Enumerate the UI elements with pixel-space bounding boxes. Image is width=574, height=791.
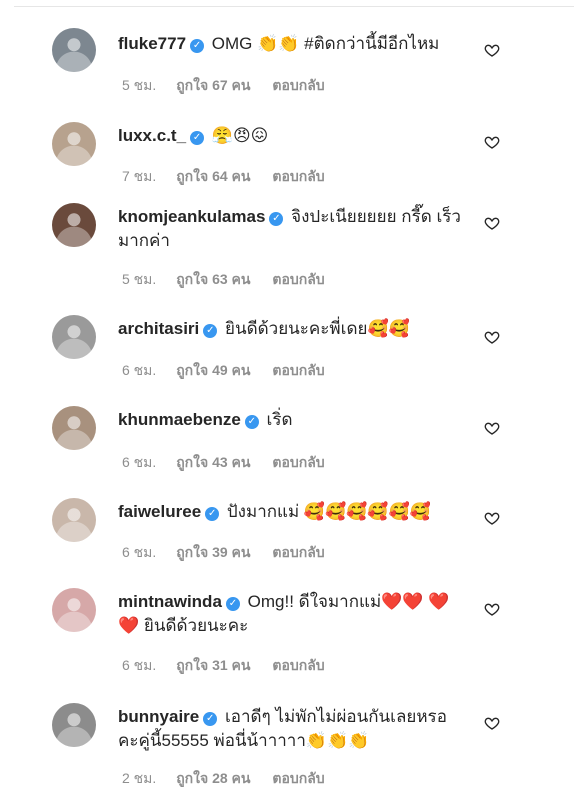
comment-meta: 6 ชม. ถูกใจ 31 คน ตอบกลับ (122, 655, 343, 677)
likes-count[interactable]: ถูกใจ 64 คน (176, 168, 250, 184)
verified-badge-icon: ✓ (269, 212, 284, 226)
likes-count[interactable]: ถูกใจ 63 คน (176, 271, 250, 287)
comment-text-block: fluke777 ✓ OMG 👏👏 #ติดกว่านี้มีอีกไหม (118, 32, 468, 56)
comment-text-block: architasiri ✓ ยินดีด้วยนะคะพี่เดย🥰🥰 (118, 317, 468, 341)
comment-meta: 7 ชม. ถูกใจ 64 คน ตอบกลับ (122, 166, 343, 188)
avatar[interactable] (52, 122, 96, 166)
likes-count[interactable]: ถูกใจ 39 คน (176, 544, 250, 560)
like-heart-icon[interactable] (484, 510, 500, 526)
likes-count[interactable]: ถูกใจ 43 คน (176, 454, 250, 470)
comment-time[interactable]: 6 ชม. (122, 657, 156, 673)
comment-body: OMG 👏👏 #ติดกว่านี้มีอีกไหม (211, 34, 440, 53)
comment-body: 😤😠😖 (211, 126, 269, 145)
likes-count[interactable]: ถูกใจ 67 คน (176, 77, 250, 93)
username-link[interactable]: architasiri (118, 319, 199, 338)
comment-text-block: knomjeankulamas ✓ จิงปะเนียยยยย กรี๊ด เร็… (118, 205, 468, 253)
username-link[interactable]: bunnyaire (118, 707, 199, 726)
like-heart-icon[interactable] (484, 601, 500, 617)
verified-badge-icon: ✓ (190, 39, 205, 53)
comment-body: ปังมากแม่ 🥰🥰🥰🥰🥰🥰 (226, 502, 431, 521)
username-link[interactable]: faiweluree (118, 502, 201, 521)
comment-meta: 5 ชม. ถูกใจ 63 คน ตอบกลับ (122, 269, 343, 291)
likes-count[interactable]: ถูกใจ 49 คน (176, 362, 250, 378)
reply-button[interactable]: ตอบกลับ (272, 544, 324, 560)
comment-time[interactable]: 6 ชม. (122, 362, 156, 378)
comment-body: ยินดีด้วยนะคะพี่เดย🥰🥰 (225, 319, 410, 338)
comment-text-block: bunnyaire ✓ เอาดีๆ ไม่พักไม่ผ่อนกันเลยหรอ… (118, 705, 468, 753)
username-link[interactable]: knomjeankulamas (118, 207, 265, 226)
reply-button[interactable]: ตอบกลับ (272, 168, 324, 184)
verified-badge-icon: ✓ (225, 597, 240, 611)
avatar[interactable] (52, 406, 96, 450)
reply-button[interactable]: ตอบกลับ (272, 770, 324, 786)
avatar[interactable] (52, 315, 96, 359)
avatar[interactable] (52, 28, 96, 72)
comment-text-block: khunmaebenze ✓ เริ่ด (118, 408, 468, 432)
reply-button[interactable]: ตอบกลับ (272, 271, 324, 287)
comment-time[interactable]: 6 ชม. (122, 544, 156, 560)
likes-count[interactable]: ถูกใจ 31 คน (176, 657, 250, 673)
top-divider (14, 6, 574, 7)
verified-badge-icon: ✓ (244, 415, 259, 429)
reply-button[interactable]: ตอบกลับ (272, 657, 324, 673)
username-link[interactable]: khunmaebenze (118, 410, 241, 429)
comment-time[interactable]: 5 ชม. (122, 271, 156, 287)
avatar[interactable] (52, 703, 96, 747)
comment-time[interactable]: 2 ชม. (122, 770, 156, 786)
comment-meta: 6 ชม. ถูกใจ 43 คน ตอบกลับ (122, 452, 343, 474)
reply-button[interactable]: ตอบกลับ (272, 362, 324, 378)
reply-button[interactable]: ตอบกลับ (272, 454, 324, 470)
comment-text-block: faiweluree ✓ ปังมากแม่ 🥰🥰🥰🥰🥰🥰 (118, 500, 468, 524)
comment-text-block: mintnawinda ✓ Omg!! ดีใจมากแม่❤️❤️ ❤️❤️ ย… (118, 590, 468, 638)
comment-time[interactable]: 7 ชม. (122, 168, 156, 184)
comment-text-block: luxx.c.t_ ✓ 😤😠😖 (118, 124, 468, 148)
comment-meta: 2 ชม. ถูกใจ 28 คน ตอบกลับ (122, 768, 343, 790)
avatar[interactable] (52, 498, 96, 542)
like-heart-icon[interactable] (484, 420, 500, 436)
like-heart-icon[interactable] (484, 42, 500, 58)
comment-time[interactable]: 5 ชม. (122, 77, 156, 93)
verified-badge-icon: ✓ (203, 324, 218, 338)
likes-count[interactable]: ถูกใจ 28 คน (176, 770, 250, 786)
like-heart-icon[interactable] (484, 134, 500, 150)
reply-button[interactable]: ตอบกลับ (272, 77, 324, 93)
comment-meta: 5 ชม. ถูกใจ 67 คน ตอบกลับ (122, 75, 343, 97)
like-heart-icon[interactable] (484, 215, 500, 231)
comment-time[interactable]: 6 ชม. (122, 454, 156, 470)
username-link[interactable]: luxx.c.t_ (118, 126, 186, 145)
verified-badge-icon: ✓ (190, 131, 205, 145)
comment-body: เริ่ด (266, 410, 293, 429)
comment-meta: 6 ชม. ถูกใจ 49 คน ตอบกลับ (122, 360, 343, 382)
username-link[interactable]: mintnawinda (118, 592, 222, 611)
like-heart-icon[interactable] (484, 329, 500, 345)
username-link[interactable]: fluke777 (118, 34, 186, 53)
comment-meta: 6 ชม. ถูกใจ 39 คน ตอบกลับ (122, 542, 343, 564)
verified-badge-icon: ✓ (203, 712, 218, 726)
avatar[interactable] (52, 203, 96, 247)
verified-badge-icon: ✓ (205, 507, 220, 521)
avatar[interactable] (52, 588, 96, 632)
like-heart-icon[interactable] (484, 715, 500, 731)
